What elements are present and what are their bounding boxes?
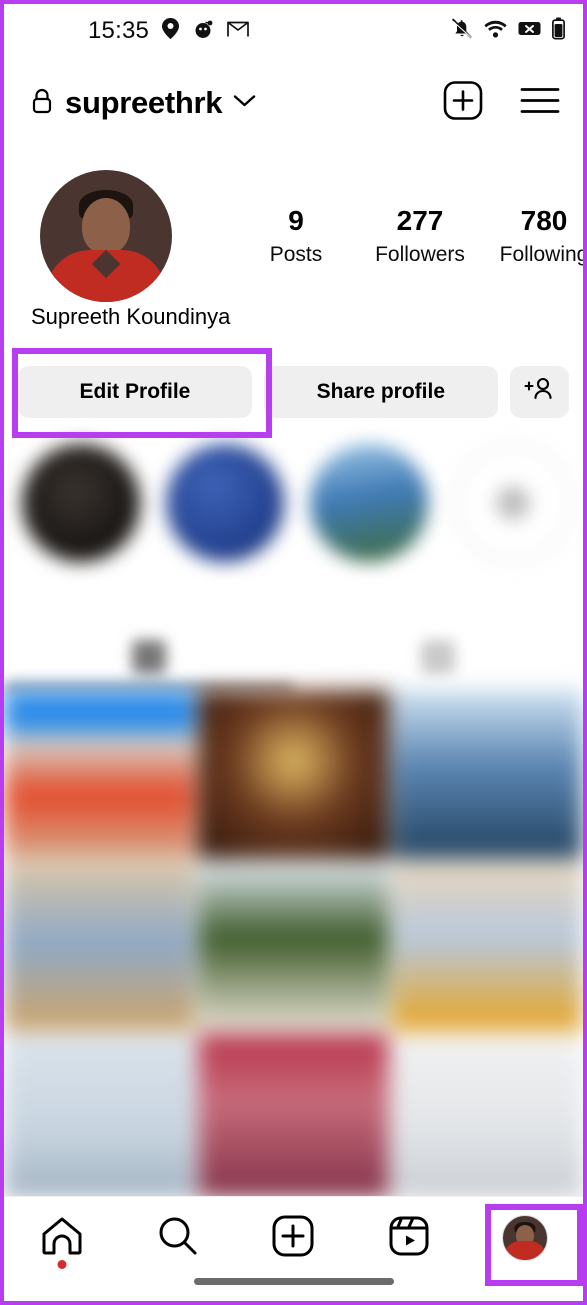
wifi-icon xyxy=(484,19,507,44)
search-icon xyxy=(157,1215,199,1262)
post-thumbnail[interactable] xyxy=(198,1034,389,1198)
header-actions xyxy=(443,81,561,126)
stat-followers[interactable]: 277 Followers xyxy=(358,203,482,268)
profile-summary: 9 Posts 277 Followers 780 Following xyxy=(4,166,583,306)
nav-avatar-shirt xyxy=(504,1241,547,1260)
instagram-profile-screen: 15:35 supreethrk 9 Posts 277 Followers 7… xyxy=(0,0,587,1305)
username-switcher[interactable]: supreethrk xyxy=(30,85,256,121)
profile-stats: 9 Posts 277 Followers 780 Following xyxy=(234,203,587,268)
stat-following-label: Following xyxy=(499,243,587,267)
reels-icon xyxy=(388,1215,430,1262)
nav-profile[interactable] xyxy=(467,1205,583,1271)
stat-posts-label: Posts xyxy=(269,243,323,267)
post-thumbnail[interactable] xyxy=(392,1034,583,1198)
post-thumbnail[interactable] xyxy=(198,690,389,859)
post-thumbnail[interactable] xyxy=(4,1034,195,1198)
profile-full-name: Supreeth Koundinya xyxy=(31,304,231,329)
highlight-cover xyxy=(166,444,284,562)
nav-search[interactable] xyxy=(120,1205,236,1271)
highlight-item[interactable] xyxy=(22,444,140,570)
tab-tagged[interactable] xyxy=(294,640,584,674)
gmail-icon xyxy=(227,19,249,43)
home-indicator[interactable] xyxy=(193,1278,394,1285)
nav-reels[interactable] xyxy=(351,1205,467,1271)
post-thumbnail[interactable] xyxy=(198,862,389,1031)
profile-action-row: Edit Profile Share profile xyxy=(4,366,583,418)
profile-avatar-icon xyxy=(502,1215,549,1261)
highlight-item[interactable] xyxy=(310,444,428,570)
profile-avatar[interactable] xyxy=(40,170,172,302)
stat-followers-label: Followers xyxy=(375,243,465,267)
app-header: supreethrk xyxy=(4,66,583,140)
add-person-icon xyxy=(524,376,554,408)
bottom-nav-items xyxy=(4,1205,583,1271)
location-pin-icon xyxy=(162,18,180,44)
no-sim-icon xyxy=(518,20,541,43)
home-icon xyxy=(40,1216,84,1261)
reddit-icon xyxy=(192,19,214,43)
story-highlights-row xyxy=(4,444,583,616)
plus-square-icon xyxy=(272,1215,314,1262)
edit-profile-button[interactable]: Edit Profile xyxy=(18,366,252,418)
status-bar-right xyxy=(451,17,565,45)
highlight-cover xyxy=(310,444,428,562)
profile-tab-strip xyxy=(4,624,583,690)
home-notification-dot xyxy=(57,1260,67,1269)
stat-posts-value: 9 xyxy=(288,205,304,237)
post-thumbnail[interactable] xyxy=(392,862,583,1031)
highlight-item[interactable] xyxy=(166,444,284,570)
highlight-item-new[interactable] xyxy=(454,444,572,570)
status-bar-left: 15:35 xyxy=(88,17,249,45)
share-profile-button[interactable]: Share profile xyxy=(263,366,498,418)
new-post-icon[interactable] xyxy=(443,81,483,126)
username-label: supreethrk xyxy=(65,85,223,120)
nav-home[interactable] xyxy=(4,1205,120,1271)
highlight-cover xyxy=(22,444,140,562)
avatar-face xyxy=(82,197,130,254)
post-grid xyxy=(4,690,583,1198)
post-thumbnail[interactable] xyxy=(4,862,195,1031)
tab-grid[interactable] xyxy=(4,640,294,674)
post-thumbnail[interactable] xyxy=(392,690,583,859)
status-time: 15:35 xyxy=(88,17,150,44)
post-thumbnail[interactable] xyxy=(4,690,195,859)
tagged-icon xyxy=(421,640,456,674)
stat-following[interactable]: 780 Following xyxy=(482,203,587,268)
bottom-navigation-bar xyxy=(4,1196,583,1301)
stat-followers-value: 277 xyxy=(396,205,444,237)
lock-icon xyxy=(30,87,54,120)
chevron-down-icon[interactable] xyxy=(233,94,256,113)
nav-create[interactable] xyxy=(236,1205,352,1271)
status-bar: 15:35 xyxy=(4,4,583,58)
battery-icon xyxy=(552,17,565,45)
menu-icon[interactable] xyxy=(519,85,561,122)
stat-posts[interactable]: 9 Posts xyxy=(234,203,358,268)
stat-following-value: 780 xyxy=(520,205,568,237)
add-person-button[interactable] xyxy=(509,366,569,418)
notifications-off-icon xyxy=(451,18,474,45)
grid-icon xyxy=(131,640,166,674)
new-highlight-icon xyxy=(454,444,572,562)
